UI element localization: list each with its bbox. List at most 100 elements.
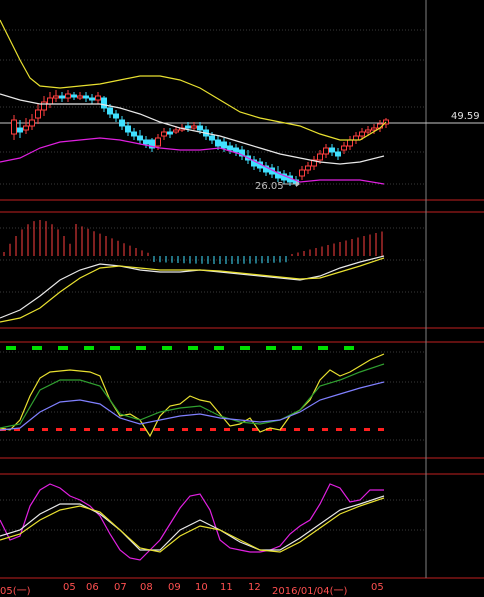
candle-body-14 (95, 95, 101, 101)
red-dash-322 (322, 428, 328, 431)
x-axis-label-5: 09 (168, 582, 181, 593)
red-dash-168 (168, 428, 174, 431)
green-dash-136 (136, 346, 146, 350)
candle-body-21 (137, 135, 143, 141)
oscillator-k-line (0, 483, 384, 561)
candle-body-8 (59, 95, 65, 99)
candle-body-31 (197, 125, 203, 131)
candle-body-4 (35, 109, 41, 119)
green-dash-344 (344, 346, 354, 350)
macd-dif-line (0, 255, 385, 319)
candle-body-1 (17, 127, 23, 133)
red-dash-308 (308, 428, 314, 431)
candle-body-53 (329, 147, 335, 153)
candle-body-5 (41, 101, 47, 111)
candle-body-56 (347, 139, 353, 147)
x-axis-label-7: 11 (220, 582, 233, 593)
red-dash-182 (182, 428, 188, 431)
x-axis-label-4: 08 (140, 582, 153, 593)
candle-body-16 (107, 107, 113, 115)
green-dash-58 (58, 346, 68, 350)
candle-body-33 (209, 135, 215, 141)
green-dash-6 (6, 346, 16, 350)
candle-body-37 (233, 147, 239, 153)
candle-body-13 (89, 97, 95, 101)
trend-line-yellow (0, 353, 385, 438)
x-axis-label-8: 12 (248, 582, 261, 593)
green-dash-240 (240, 346, 250, 350)
red-dash-154 (154, 428, 160, 431)
candle-body-3 (29, 119, 35, 127)
candle-body-27 (173, 129, 179, 133)
candle-body-6 (47, 97, 53, 105)
red-dash-350 (350, 428, 356, 431)
candle-body-30 (191, 125, 197, 129)
candle-body-2 (23, 125, 29, 131)
x-axis-label-9: 2016/01/04(一) (272, 586, 348, 597)
candle-body-7 (53, 95, 59, 99)
candle-body-34 (215, 139, 221, 147)
red-dash-28 (28, 428, 34, 431)
candle-body-18 (119, 119, 125, 127)
green-dash-110 (110, 346, 120, 350)
red-dash-364 (364, 428, 370, 431)
green-dash-162 (162, 346, 172, 350)
candle-body-24 (155, 137, 161, 147)
candle-body-0 (11, 119, 17, 135)
candle-body-11 (77, 95, 83, 99)
red-dash-294 (294, 428, 300, 431)
candle-body-59 (365, 129, 371, 133)
candle-body-49 (305, 165, 311, 171)
green-dash-32 (32, 346, 42, 350)
red-dash-84 (84, 428, 90, 431)
candle-body-9 (65, 93, 71, 99)
red-dash-56 (56, 428, 62, 431)
red-dash-42 (42, 428, 48, 431)
candle-body-55 (341, 145, 347, 151)
candle-body-36 (227, 145, 233, 151)
candle-body-52 (323, 147, 329, 155)
red-dash-378 (378, 428, 384, 431)
candle-body-25 (161, 131, 167, 137)
candle-body-58 (359, 131, 365, 137)
candle-body-60 (371, 127, 377, 131)
x-axis-label-0: 05(一) (0, 586, 31, 597)
candle-body-54 (335, 151, 341, 157)
candle-body-19 (125, 125, 131, 133)
current-price-label: 49.59 (451, 111, 480, 122)
green-dash-188 (188, 346, 198, 350)
macd-dea-line (0, 257, 385, 323)
candle-body-20 (131, 131, 137, 137)
candle-body-17 (113, 113, 119, 119)
red-dash-238 (238, 428, 244, 431)
red-dash-210 (210, 428, 216, 431)
red-dash-196 (196, 428, 202, 431)
x-axis-label-2: 06 (86, 582, 99, 593)
red-dash-126 (126, 428, 132, 431)
red-dash-98 (98, 428, 104, 431)
green-dash-292 (292, 346, 302, 350)
candle-body-15 (101, 97, 107, 109)
green-dash-318 (318, 346, 328, 350)
candle-body-26 (167, 131, 173, 135)
trend-line-blue (0, 381, 385, 431)
red-dash-336 (336, 428, 342, 431)
upper-band-line (0, 19, 387, 141)
x-axis-label-10: 05 (371, 582, 384, 593)
candle-body-48 (299, 169, 305, 177)
candle-body-10 (71, 94, 77, 98)
x-axis-label-3: 07 (114, 582, 127, 593)
low-price-label: 26.05 (255, 181, 284, 192)
x-axis-label-1: 05 (63, 582, 76, 593)
oscillator-j-line (0, 497, 385, 553)
green-dash-266 (266, 346, 276, 350)
red-dash-224 (224, 428, 230, 431)
x-axis-label-6: 10 (195, 582, 208, 593)
red-dash-70 (70, 428, 76, 431)
green-dash-84 (84, 346, 94, 350)
red-dash-112 (112, 428, 118, 431)
candle-body-12 (83, 95, 89, 99)
stock-chart (0, 0, 484, 579)
candle-body-22 (143, 139, 149, 145)
candle-body-51 (317, 153, 323, 161)
